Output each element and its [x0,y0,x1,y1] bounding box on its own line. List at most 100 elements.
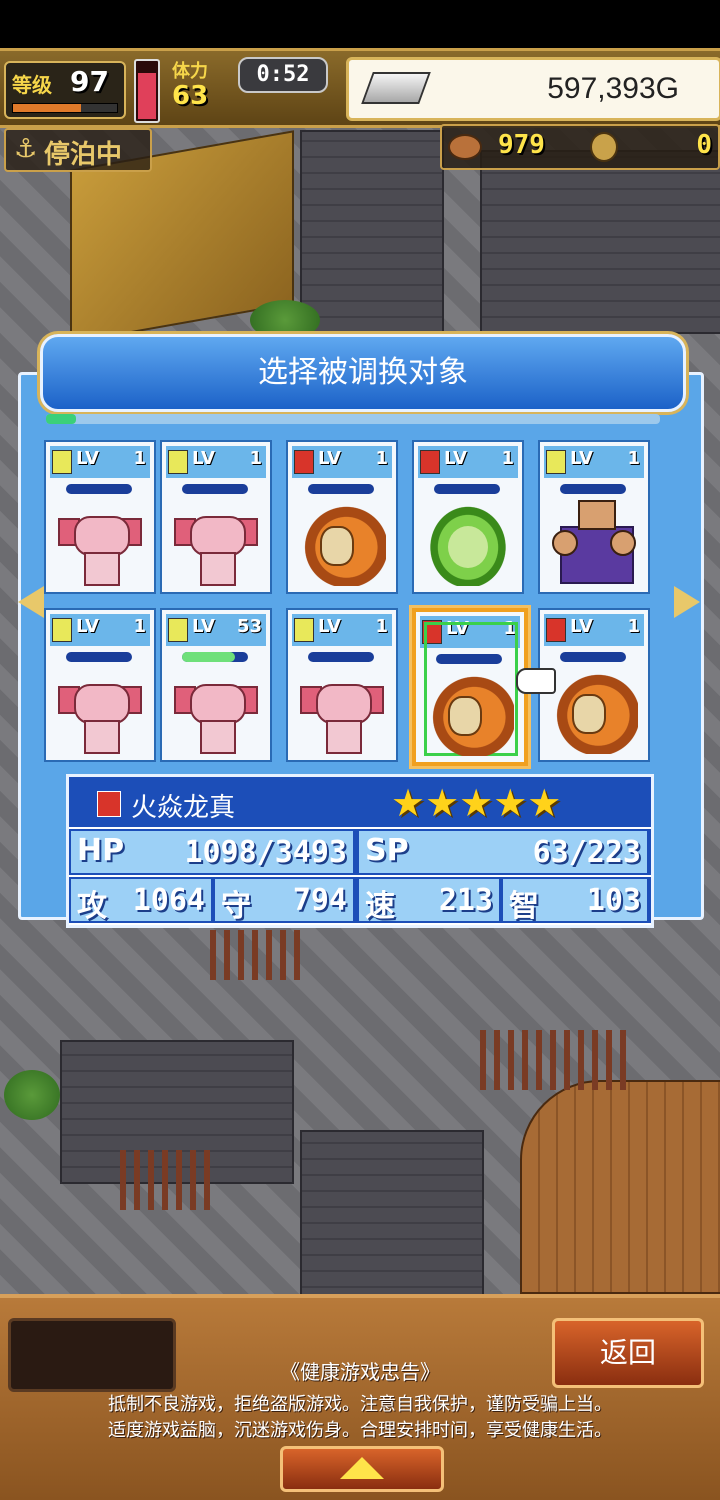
fire-element-icon [420,450,440,474]
speed-value: 213 [438,883,493,918]
axolotl-sprite [56,668,144,754]
unit-card[interactable]: LV 1 [286,440,398,594]
unit-level: 53 [236,616,262,637]
unit-card[interactable]: LV 1 [286,608,398,762]
unit-portrait [298,500,386,586]
health-notice-line: 抵制不良游戏，拒绝盗版游戏。注意自我保护，谨防受骗上当。 [108,1394,612,1415]
player-level: 等级 97 [4,61,126,119]
unit-level: 1 [375,616,388,637]
defense-stat: 守 794 [215,879,353,924]
anchor-icon: ⚓ [14,134,38,164]
light-element-icon [294,618,314,642]
purple-bruiser-sprite [550,500,638,586]
castle-wall [480,150,720,334]
resource-bar: 979 0 [440,124,720,170]
unit-level: 1 [627,616,640,637]
sp-value: 63/223 [532,835,641,870]
unit-card[interactable]: LV 53 [160,608,272,762]
intellect-stat: 智 103 [503,879,647,924]
bush [4,1070,60,1120]
speed-label: 速 [365,889,395,924]
page-left-arrow-icon[interactable] [18,586,44,618]
intellect-value: 103 [586,883,641,918]
unit-card-selected[interactable]: LV 1 [412,608,528,766]
page-right-arrow-icon[interactable] [674,586,700,618]
fence [480,1030,630,1090]
unit-card[interactable]: LV 1 [44,440,156,594]
stat-row-attributes: 攻 1064 守 794 速 213 智 103 [69,877,651,924]
rarity-stars: ★★★★★ [391,781,562,825]
status-strip [0,0,720,48]
unit-portrait [298,668,386,754]
unit-stats-panel: 火焱龙真 ★★★★★ HP 1098/3493 SP 63/223 攻 1064… [66,774,654,928]
docked-status[interactable]: ⚓ 停泊中 [4,128,152,172]
fire-dragon-sprite [426,670,514,756]
sp-label: SP [365,833,409,868]
tower-wall [300,130,444,334]
meat-icon [448,134,482,160]
unit-hp-bar [560,484,626,494]
stamina-timer: 0:52 [238,57,328,93]
card-level-header: LV 1 [292,446,392,478]
dialog-title-bar: 选择被调换对象 [40,334,686,412]
unit-portrait [426,670,514,756]
unit-hp-bar [66,484,132,494]
stamina-gauge-fill [138,73,156,119]
food-count: 979 [498,130,545,160]
card-level-header: LV 1 [292,614,392,646]
stat-row-hp-sp: HP 1098/3493 SP 63/223 [69,829,651,875]
card-level-header: LV 53 [166,614,266,646]
light-element-icon [546,450,566,474]
level-label: LV [318,616,341,637]
attack-label: 攻 [77,889,107,924]
docked-label: 停泊中 [44,140,123,170]
unit-card[interactable]: LV 1 [538,440,650,594]
sp-stat: SP 63/223 [359,831,647,873]
unit-hp-bar [308,484,374,494]
scrollbar-thumb[interactable] [46,414,76,424]
top-hud: 等级 97 体力 63 0:52 597,393G [0,48,720,128]
speed-stat: 速 213 [359,879,499,924]
fire-dragon-sprite [550,668,638,754]
gold-panel[interactable]: 597,393G [346,57,720,121]
silver-ingot-icon [361,72,431,104]
level-label: LV [444,448,467,469]
unit-card[interactable]: LV 1 [412,440,524,594]
unit-level: 1 [375,448,388,469]
fire-element-icon [546,618,566,642]
level-label: LV [76,448,99,469]
health-notice-line: 适度游戏益脑，沉迷游戏伤身。合理安排时间，享受健康生活。 [108,1420,612,1441]
unit-hp-bar [182,484,248,494]
unit-portrait [172,500,260,586]
level-label: LV [192,616,215,637]
unit-portrait [550,668,638,754]
dialog-title: 选择被调换对象 [258,355,468,390]
up-arrow-icon [340,1457,384,1479]
expand-menu-button[interactable] [280,1446,444,1492]
fire-dragon-sprite [298,500,386,586]
level-label: LV [192,448,215,469]
level-label: LV [570,616,593,637]
list-scrollbar[interactable] [46,414,660,424]
defense-value: 794 [292,883,347,918]
unit-portrait [424,500,512,586]
level-label: 等级 [12,73,52,97]
unit-portrait [56,668,144,754]
unit-name-header: 火焱龙真 ★★★★★ [69,777,651,827]
unit-level: 1 [249,448,262,469]
lower-tower [300,1130,484,1304]
unit-level: 1 [501,448,514,469]
fire-element-icon [294,450,314,474]
fence [120,1150,210,1210]
pointing-hand-icon [516,668,556,694]
exp-bar [12,103,118,113]
card-level-header: LV 1 [544,446,644,478]
unit-card[interactable]: LV 1 [44,608,156,762]
unit-card[interactable]: LV 1 [160,440,272,594]
fire-element-icon [97,791,121,817]
level-value: 97 [70,65,109,98]
unit-portrait [550,500,638,586]
stamina-label: 体力 [172,61,208,82]
hp-label: HP [77,833,125,868]
axolotl-sprite [172,500,260,586]
